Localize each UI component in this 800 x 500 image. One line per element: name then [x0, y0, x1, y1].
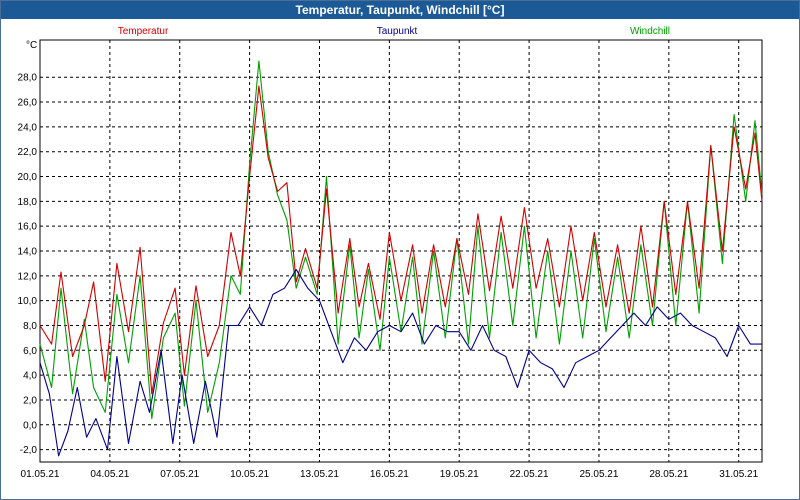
x-tick-label: 31.05.21 [719, 469, 758, 480]
series-line-temperatur [39, 85, 763, 395]
y-tick-label: 24,0 [18, 122, 38, 133]
x-tick-label: 28.05.21 [649, 469, 688, 480]
x-tick-label: 04.05.21 [90, 469, 129, 480]
y-tick-label: 2,0 [23, 395, 37, 406]
y-axis-label: °C [26, 40, 37, 51]
series-layer [39, 60, 763, 457]
y-tick-label: 20,0 [18, 172, 38, 183]
x-tick-label: 13.05.21 [300, 469, 339, 480]
y-tick-label: -2,0 [20, 445, 38, 456]
series-line-windchill [39, 60, 763, 420]
y-tick-label: 18,0 [18, 197, 38, 208]
y-tick-label: 16,0 [18, 222, 38, 233]
y-tick-label: 8,0 [23, 321, 37, 332]
legend: Temperatur Taupunkt Windchill [118, 26, 670, 37]
chart-canvas: -2,0 0,0 2,0 4,0 6,0 8,0 10,0 12,0 14,0 16,0 18,0 2… [18, 26, 763, 480]
x-tick-label: 25.05.21 [579, 469, 618, 480]
y-tick-label: 26,0 [18, 98, 38, 109]
legend-entry-temperatur: Temperatur [118, 26, 169, 37]
x-tick-label: 10.05.21 [230, 469, 269, 480]
x-tick-label: 19.05.21 [440, 469, 479, 480]
y-tick-label: 28,0 [18, 73, 38, 84]
axes: -2,0 0,0 2,0 4,0 6,0 8,0 10,0 12,0 14,0 16,0 18,0 2… [18, 73, 759, 480]
y-tick-label: 10,0 [18, 296, 38, 307]
y-tick-label: 14,0 [18, 247, 38, 258]
x-tick-label: 22.05.21 [510, 469, 549, 480]
y-tick-label: 0,0 [23, 420, 37, 431]
x-tick-label: 07.05.21 [160, 469, 199, 480]
legend-entry-taupunkt: Taupunkt [377, 26, 418, 37]
y-tick-label: 6,0 [23, 346, 37, 357]
x-tick-label: 01.05.21 [21, 469, 60, 480]
y-tick-label: 22,0 [18, 147, 38, 158]
y-tick-label: 4,0 [23, 371, 37, 382]
legend-entry-windchill: Windchill [630, 26, 670, 37]
y-tick-label: 12,0 [18, 271, 38, 282]
grid [39, 40, 762, 462]
x-tick-label: 16.05.21 [370, 469, 409, 480]
